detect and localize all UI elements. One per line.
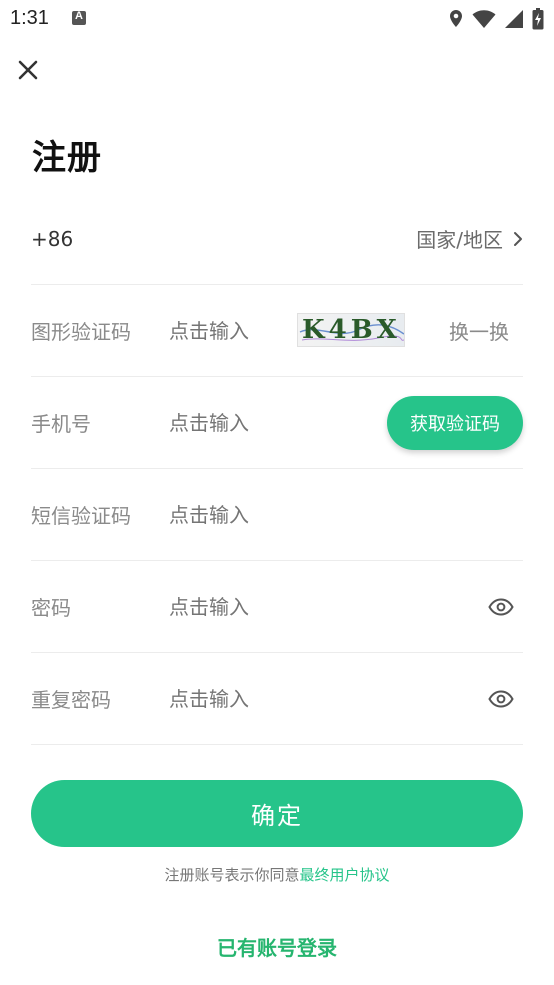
country-row[interactable]: +86 国家/地区 — [31, 193, 523, 285]
phone-input[interactable] — [169, 410, 359, 435]
page-title: 注册 — [32, 138, 102, 178]
app-notification-icon — [72, 10, 86, 25]
agreement-text: 注册账号表示你同意最终用户协议 — [0, 864, 554, 885]
location-icon — [450, 10, 462, 27]
captcha-image[interactable]: K4BX — [297, 313, 405, 347]
region-selector[interactable]: 国家/地区 — [416, 224, 523, 253]
captcha-input[interactable] — [169, 318, 289, 343]
captcha-label: 图形验证码 — [31, 320, 131, 344]
wifi-icon — [472, 10, 496, 29]
captcha-text: K4BX — [302, 315, 401, 345]
status-time: 1:31 — [10, 7, 49, 29]
password-label: 密码 — [31, 596, 71, 620]
confirm-password-row: 重复密码 — [31, 653, 523, 745]
login-link[interactable]: 已有账号登录 — [0, 932, 554, 961]
confirm-password-label: 重复密码 — [31, 688, 111, 712]
password-row: 密码 — [31, 561, 523, 653]
status-icons — [448, 8, 544, 30]
confirm-password-visibility-toggle[interactable] — [487, 685, 515, 713]
agreement-link[interactable]: 最终用户协议 — [300, 866, 390, 884]
get-code-button[interactable]: 获取验证码 — [387, 396, 523, 450]
sms-code-label: 短信验证码 — [31, 504, 131, 528]
captcha-refresh-button[interactable]: 换一换 — [449, 316, 509, 345]
close-icon — [18, 60, 38, 80]
confirm-password-input[interactable] — [169, 686, 449, 711]
captcha-row: 图形验证码 K4BX 换一换 — [31, 285, 523, 377]
chevron-right-icon — [514, 231, 522, 246]
password-input[interactable] — [169, 594, 449, 619]
password-visibility-toggle[interactable] — [487, 593, 515, 621]
battery-icon — [532, 8, 544, 30]
signal-icon — [505, 10, 523, 28]
sms-code-input[interactable] — [169, 502, 523, 527]
country-code: +86 — [31, 226, 74, 251]
register-form: +86 国家/地区 图形验证码 K4BX 换一换 手机号 获取验证码 短信验证码… — [31, 193, 523, 745]
close-button[interactable] — [14, 56, 42, 84]
sms-code-row: 短信验证码 — [31, 469, 523, 561]
eye-icon — [488, 597, 514, 616]
status-bar: 1:31 — [0, 0, 554, 40]
phone-row: 手机号 获取验证码 — [31, 377, 523, 469]
phone-label: 手机号 — [31, 412, 91, 436]
agreement-prefix: 注册账号表示你同意 — [164, 866, 300, 884]
region-label: 国家/地区 — [416, 228, 503, 252]
confirm-button[interactable]: 确定 — [31, 780, 523, 847]
eye-icon — [488, 689, 514, 708]
